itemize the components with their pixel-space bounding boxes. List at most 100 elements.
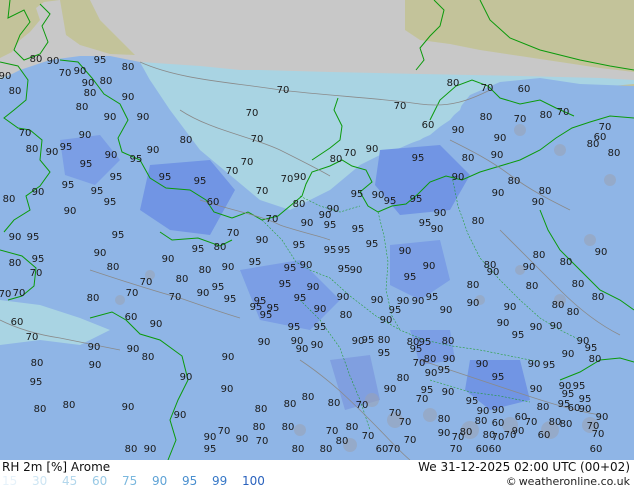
isoline-label: 90 [476,359,489,370]
isoline-label: 60 [568,403,581,414]
isoline-label: 95 [94,55,107,66]
isoline-label: 80 [199,265,212,276]
isoline-label: 95 [293,240,306,251]
isoline-label: 90 [301,218,314,229]
isoline-label: 90 [127,344,140,355]
isoline-label: 70 [388,444,401,455]
legend-value: 30 [32,474,48,488]
isoline-label: 80 [142,352,155,363]
isoline-label: 80 [340,310,353,321]
isoline-label: 60 [590,444,603,455]
isoline-label: 60 [538,430,551,441]
isoline-label: 95 [62,180,75,191]
isoline-label: 90 [236,434,249,445]
isoline-label: 60 [492,418,505,429]
isoline-label: 70 [256,436,269,447]
humidity-map[interactable]: 80 90 95 80 70 90 90 90 80 90 80 80 70 80 70 60 70 70 80 90… [0,0,634,460]
isoline-label: 70 [218,426,231,437]
isoline-label: 95 [426,292,439,303]
isoline-label: 95 [366,239,379,250]
isoline-label: 70 [481,83,494,94]
isoline-label: 60 [489,444,502,455]
isoline-label: 90 [380,315,393,326]
isoline-label: 80 [467,280,480,291]
isoline-label: 70 [277,85,290,96]
isoline-label: 95 [324,220,337,231]
isoline-label: 90 [530,384,543,395]
isoline-label: 95 [384,196,397,207]
isoline-label: 80 [378,335,391,346]
isoline-label: 70 [413,358,426,369]
isoline-label: 80 [462,153,475,164]
isoline-label: 95 [543,360,556,371]
isoline-label: 90 [222,262,235,273]
isoline-label: 90 [371,295,384,306]
isoline-label: 95 [104,197,117,208]
isoline-label: 80 [282,422,295,433]
isoline-label: 80 [30,54,43,65]
isoline-label: 90 [0,71,11,82]
isoline-label: 90 [532,197,545,208]
isoline-label: 80 [567,307,580,318]
isoline-label: 90 [147,145,160,156]
isoline-label: 90 [9,232,22,243]
isoline-label: 80 [320,444,333,455]
isoline-label: 80 [608,148,621,159]
isoline-label: 90 [366,144,379,155]
isoline-label: 80 [397,373,410,384]
isoline-label: 70 [140,277,153,288]
isoline-label: 90 [562,349,575,360]
isoline-label: 70 [266,214,279,225]
isoline-label: 95 [352,224,365,235]
isoline-label: 70 [30,268,43,279]
legend-value: 45 [62,474,78,488]
isoline-label: 80 [9,86,22,97]
isoline-label: 80 [537,402,550,413]
isoline-label: 95 [314,322,327,333]
isoline-label: 90 [579,404,592,415]
isoline-label: 90 [492,188,505,199]
isoline-label: 70 [26,332,39,343]
isoline-label: 90 [197,288,210,299]
isoline-label: 95 [60,142,73,153]
isoline-label: 90 [294,172,307,183]
isoline-label: 80 [330,154,343,165]
isoline-label: 70 [452,432,465,443]
isoline-label: 70 [362,431,375,442]
copyright-link[interactable]: © weatheronline.co.uk [506,474,630,489]
isoline-label: 90 [372,190,385,201]
isoline-label: 90 [550,321,563,332]
isoline-label: 80 [302,392,315,403]
isoline-label: 70 [416,394,429,405]
map-canvas: 80 90 958070 909090 809080 80 7080 70 6070708090… [0,0,634,460]
isoline-label: 95 [110,172,123,183]
isoline-label: 90 [180,372,193,383]
isoline-label: 90 [434,208,447,219]
isoline-label: 90 [528,359,541,370]
isoline-label: 95 [412,153,425,164]
isoline-label: 90 [204,432,217,443]
isoline-label: 70 [525,417,538,428]
isoline-label: 60 [207,197,220,208]
isoline-label: 95 [579,394,592,405]
isoline-label: 70 [246,108,259,119]
isoline-label: 80 [180,135,193,146]
isoline-label: 90 [104,112,117,123]
map-title: RH 2m [%] Arome [2,460,111,474]
isoline-label: 90 [384,384,397,395]
isoline-label: 80 [122,62,135,73]
isoline-label: 80 [539,186,552,197]
isoline-label: 80 [572,279,585,290]
isoline-label: 95 [410,344,423,355]
isoline-label: 90 [105,150,118,161]
isoline-label: 70 [492,432,505,443]
isoline-label: 95 [192,244,205,255]
isoline-label: 80 [480,112,493,123]
isoline-label: 95 [378,348,391,359]
isoline-label: 70 [251,134,264,145]
isoline-label: 95 [91,186,104,197]
isoline-label: 80 [442,336,455,347]
isoline-label: 60 [125,312,138,323]
isoline-label: 60 [422,120,435,131]
isoline-label: 90 [467,298,480,309]
